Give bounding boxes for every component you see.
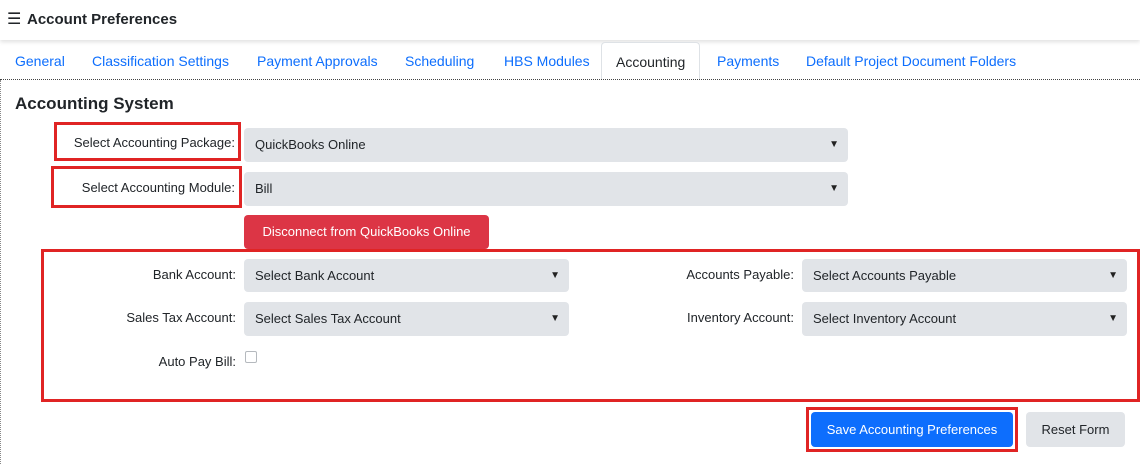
reset-form-button[interactable]: Reset Form: [1026, 412, 1125, 447]
accounts-payable-select[interactable]: Select Accounts Payable ▼: [802, 259, 1127, 292]
chevron-down-icon: ▼: [550, 313, 560, 324]
bank-account-select[interactable]: Select Bank Account ▼: [244, 259, 569, 292]
accounts-payable-label: Accounts Payable:: [686, 267, 794, 282]
bank-account-label: Bank Account:: [152, 267, 236, 282]
hamburger-icon[interactable]: ☰: [7, 9, 21, 29]
auto-pay-bill-label: Auto Pay Bill:: [158, 354, 236, 369]
module-select[interactable]: Bill ▼: [244, 172, 848, 206]
panel-border: [0, 80, 1, 464]
tab-general[interactable]: General: [15, 42, 65, 79]
sales-tax-account-value: Select Sales Tax Account: [255, 311, 401, 326]
accounts-payable-value: Select Accounts Payable: [813, 268, 957, 283]
module-label: Select Accounting Module:: [81, 180, 235, 195]
tab-default-project-document-folders[interactable]: Default Project Document Folders: [806, 42, 1016, 79]
page-header: ☰ Account Preferences: [0, 0, 1140, 40]
tab-scheduling[interactable]: Scheduling: [405, 42, 474, 79]
sales-tax-account-label: Sales Tax Account:: [126, 310, 236, 325]
tab-payments[interactable]: Payments: [717, 42, 779, 79]
chevron-down-icon: ▼: [1108, 313, 1118, 324]
sales-tax-account-select[interactable]: Select Sales Tax Account ▼: [244, 302, 569, 336]
chevron-down-icon: ▼: [1108, 270, 1118, 281]
bank-account-value: Select Bank Account: [255, 268, 375, 283]
tab-classification-settings[interactable]: Classification Settings: [92, 42, 229, 79]
chevron-down-icon: ▼: [829, 139, 839, 150]
tab-payment-approvals[interactable]: Payment Approvals: [257, 42, 378, 79]
tab-divider: [0, 79, 1140, 80]
tab-accounting[interactable]: Accounting: [601, 42, 701, 80]
module-select-value: Bill: [255, 181, 273, 196]
chevron-down-icon: ▼: [550, 270, 560, 281]
inventory-account-value: Select Inventory Account: [813, 311, 957, 326]
disconnect-quickbooks-button[interactable]: Disconnect from QuickBooks Online: [244, 215, 489, 249]
inventory-account-select[interactable]: Select Inventory Account ▼: [802, 302, 1127, 336]
tab-hbs-modules[interactable]: HBS Modules: [504, 42, 590, 79]
tab-bar: General Classification Settings Payment …: [0, 42, 1140, 80]
section-title: Accounting System: [15, 94, 174, 113]
inventory-account-label: Inventory Account:: [687, 310, 794, 325]
package-label: Select Accounting Package:: [73, 135, 235, 150]
package-select-value: QuickBooks Online: [255, 137, 366, 152]
save-accounting-preferences-button[interactable]: Save Accounting Preferences: [811, 412, 1013, 447]
package-select[interactable]: QuickBooks Online ▼: [244, 128, 848, 162]
page-title: Account Preferences: [27, 11, 178, 28]
chevron-down-icon: ▼: [829, 183, 839, 194]
auto-pay-bill-checkbox[interactable]: [245, 351, 257, 363]
